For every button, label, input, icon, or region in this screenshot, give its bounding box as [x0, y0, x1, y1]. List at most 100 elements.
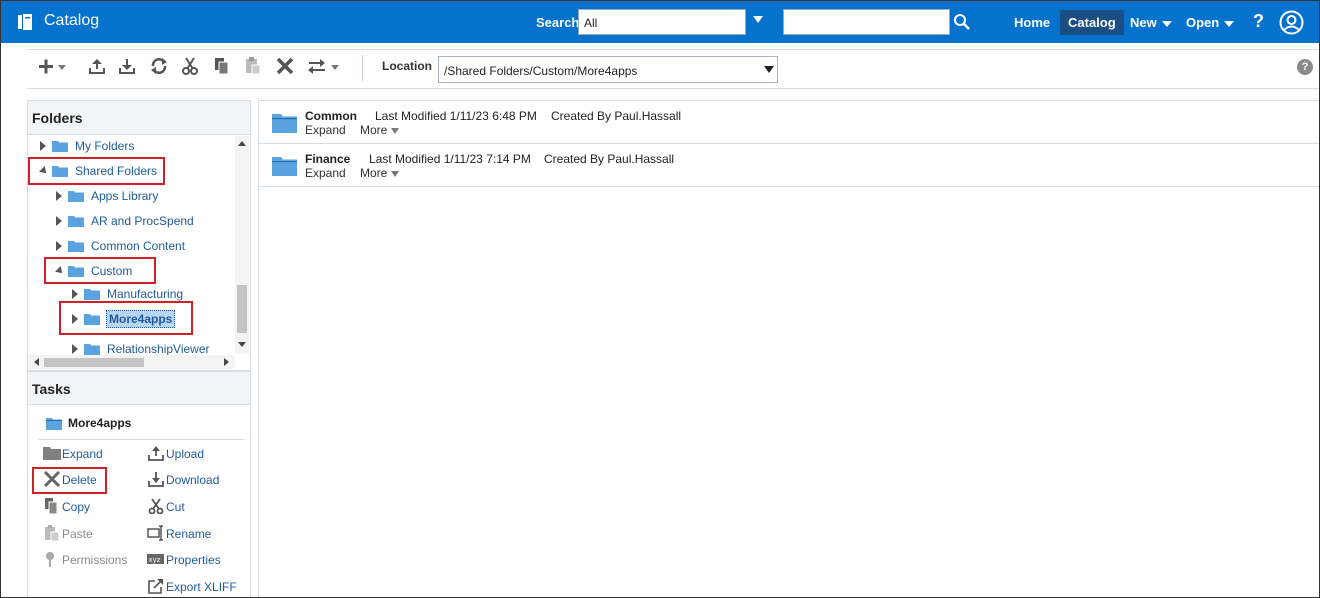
- search-input[interactable]: [783, 9, 950, 35]
- chevron-down-icon: [391, 127, 400, 134]
- folder-icon: [84, 289, 100, 300]
- task-download[interactable]: Download: [147, 471, 247, 489]
- folder-icon: [68, 216, 84, 227]
- task-properties[interactable]: xyz Properties: [147, 551, 247, 569]
- cut-icon: [148, 498, 164, 514]
- cut-icon[interactable]: [180, 56, 200, 76]
- expand-arrow-icon[interactable]: [72, 344, 78, 354]
- folder-icon: [68, 241, 84, 252]
- help-icon[interactable]: ?: [1253, 11, 1264, 32]
- location-label: Location: [382, 59, 432, 73]
- tree-item-label: Apps Library: [91, 189, 159, 203]
- catalog-toolbar: Location /Shared Folders/Custom/More4app…: [27, 49, 1319, 89]
- download-icon: [148, 472, 164, 487]
- copy-icon[interactable]: [212, 56, 232, 76]
- list-item: Common Last Modified 1/11/23 6:48 PM Cre…: [259, 101, 1319, 144]
- item-name-link[interactable]: Finance: [305, 152, 350, 166]
- search-scope-select[interactable]: All: [578, 9, 746, 35]
- expand-folder-icon: [43, 447, 61, 460]
- task-label: Download: [166, 473, 220, 487]
- app-title: Catalog: [44, 12, 100, 29]
- folders-panel: Folders My Folders Shared Folders Apps L…: [27, 100, 251, 371]
- more-menu[interactable]: More: [360, 123, 400, 137]
- expand-arrow-icon[interactable]: [56, 241, 62, 251]
- permissions-icon: [46, 552, 54, 567]
- chevron-down-icon[interactable]: [753, 16, 763, 23]
- move-icon[interactable]: [307, 56, 341, 76]
- tree-item-label: My Folders: [75, 139, 135, 153]
- paste-icon[interactable]: [243, 56, 263, 76]
- help-icon[interactable]: ?: [1297, 59, 1313, 75]
- refresh-icon[interactable]: [149, 56, 169, 76]
- nav-open-menu[interactable]: Open: [1186, 15, 1235, 30]
- item-name-link[interactable]: Common: [305, 109, 357, 123]
- location-select[interactable]: /Shared Folders/Custom/More4apps: [438, 56, 778, 83]
- tree-item-my-folders[interactable]: My Folders: [38, 136, 228, 158]
- export-icon: [148, 579, 163, 594]
- vertical-scrollbar-thumb[interactable]: [237, 285, 247, 333]
- scroll-down-icon[interactable]: [238, 342, 246, 347]
- chevron-down-icon[interactable]: [764, 66, 774, 73]
- scroll-up-icon[interactable]: [238, 141, 246, 146]
- nav-catalog-link[interactable]: Catalog: [1060, 10, 1124, 35]
- task-copy[interactable]: Copy: [43, 498, 133, 516]
- folder-icon: [272, 157, 297, 176]
- tree-item-apps-library[interactable]: Apps Library: [54, 186, 234, 208]
- search-label: Search: [536, 15, 580, 30]
- horizontal-scrollbar-thumb[interactable]: [44, 358, 144, 367]
- task-permissions[interactable]: Permissions: [43, 551, 143, 569]
- rename-icon: [147, 525, 163, 541]
- expand-arrow-icon[interactable]: [72, 289, 78, 299]
- task-label: Export XLIFF: [166, 580, 237, 594]
- task-upload[interactable]: Upload: [147, 445, 247, 463]
- highlight-box: [32, 467, 107, 494]
- chevron-down-icon: [391, 170, 400, 177]
- folder-icon: [52, 141, 68, 152]
- expand-arrow-icon[interactable]: [56, 216, 62, 226]
- search-icon[interactable]: [953, 13, 971, 31]
- item-last-modified: Last Modified 1/11/23 7:14 PM: [369, 152, 531, 166]
- expand-arrow-icon[interactable]: [40, 141, 46, 151]
- delete-icon[interactable]: [275, 56, 295, 76]
- nav-home-link[interactable]: Home: [1014, 15, 1050, 30]
- chevron-down-icon: [1224, 20, 1235, 27]
- nav-new-label: New: [1130, 15, 1157, 30]
- expand-link[interactable]: Expand: [305, 123, 346, 137]
- task-cut[interactable]: Cut: [147, 498, 247, 516]
- upload-icon[interactable]: [87, 56, 107, 76]
- task-label: Expand: [62, 447, 103, 461]
- catalog-window: Catalog Search All Home Catalog New Open…: [0, 0, 1320, 598]
- task-label: Upload: [166, 447, 205, 461]
- copy-icon: [45, 498, 58, 514]
- paste-icon: [45, 525, 60, 541]
- new-icon[interactable]: [37, 56, 67, 76]
- properties-icon: xyz: [147, 554, 164, 564]
- tree-item-relationshipviewer[interactable]: RelationshipViewer: [70, 339, 235, 355]
- task-label: Paste: [62, 527, 93, 541]
- task-rename[interactable]: Rename: [147, 525, 247, 543]
- task-expand[interactable]: Expand: [43, 445, 133, 463]
- more-label: More: [360, 166, 388, 180]
- task-label: Cut: [166, 500, 185, 514]
- download-icon[interactable]: [117, 56, 137, 76]
- expand-link[interactable]: Expand: [305, 166, 346, 180]
- tree-item-label: Common Content: [91, 239, 186, 253]
- tree-item-common-content[interactable]: Common Content: [54, 236, 234, 258]
- task-export-xliff[interactable]: Export XLIFF: [147, 578, 247, 596]
- scroll-left-icon[interactable]: [34, 358, 39, 366]
- user-avatar-icon[interactable]: [1279, 10, 1304, 35]
- task-paste[interactable]: Paste: [43, 525, 133, 543]
- chevron-down-icon: [1161, 20, 1172, 27]
- task-label: Properties: [166, 553, 221, 567]
- tasks-target-label: More4apps: [68, 416, 132, 430]
- scroll-right-icon[interactable]: [224, 358, 229, 366]
- expand-arrow-icon[interactable]: [56, 191, 62, 201]
- tree-item-ar-and-procspend[interactable]: AR and ProcSpend: [54, 211, 234, 233]
- task-label: Permissions: [62, 553, 128, 567]
- nav-new-menu[interactable]: New: [1130, 15, 1172, 30]
- more-menu[interactable]: More: [360, 166, 400, 180]
- svg-text:xyz: xyz: [149, 556, 161, 564]
- task-label: Copy: [62, 500, 91, 514]
- tree-item-label: RelationshipViewer: [107, 342, 210, 355]
- list-item: Finance Last Modified 1/11/23 7:14 PM Cr…: [259, 144, 1319, 187]
